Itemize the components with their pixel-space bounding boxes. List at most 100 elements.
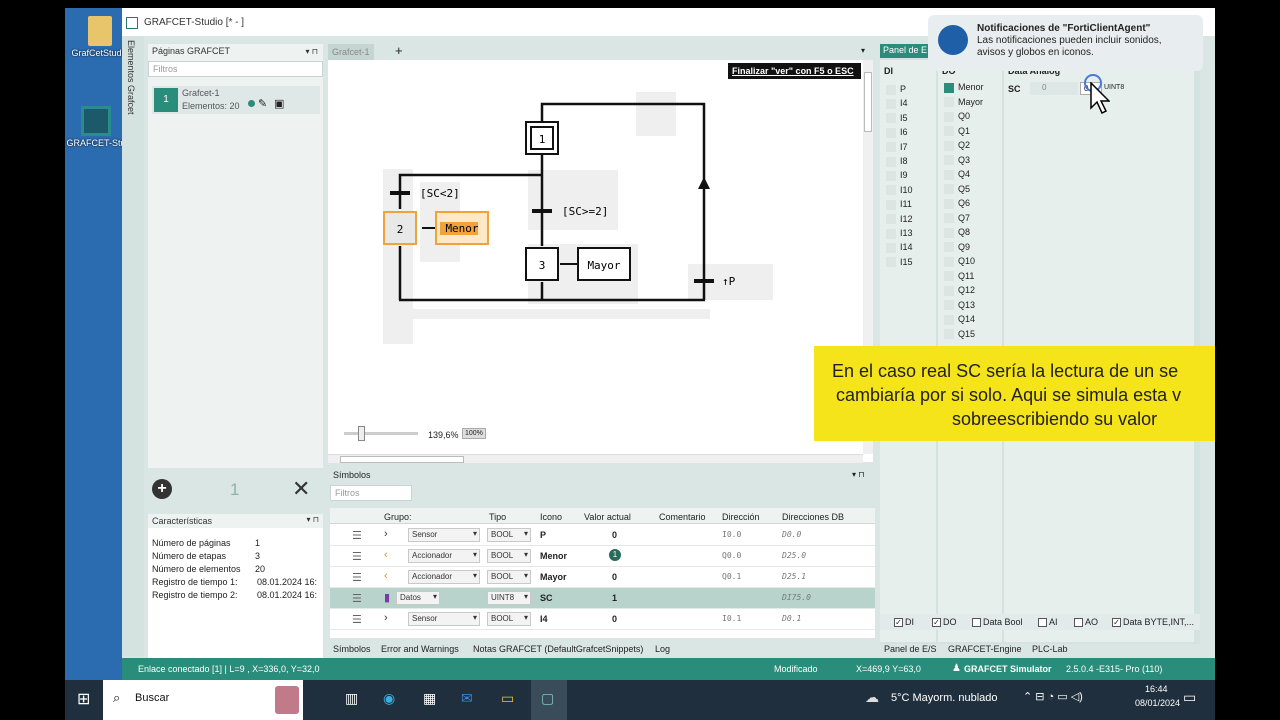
tipo-dropdown[interactable]: BOOL bbox=[487, 549, 531, 563]
add-page-icon[interactable]: + bbox=[152, 479, 172, 499]
app-window: GRAFCET-Studio [* - ] Elementos Grafcet … bbox=[122, 8, 1215, 680]
caption-overlay: En el caso real SC sería la lectura de u… bbox=[814, 346, 1215, 441]
edge-icon[interactable]: ◉ bbox=[383, 690, 395, 707]
tab-log[interactable]: Log bbox=[655, 644, 670, 654]
taskbar-grafcet-active[interactable]: ▢ bbox=[531, 680, 567, 720]
drag-handle-icon[interactable]: ☰ bbox=[352, 550, 362, 563]
di-item[interactable]: I6 bbox=[886, 127, 908, 138]
check-data-bool[interactable]: Data Bool bbox=[972, 617, 1023, 628]
vtab-elementos-grafcet[interactable]: Elementos Grafcet bbox=[126, 40, 136, 115]
grupo-dropdown[interactable]: Accionador bbox=[408, 549, 480, 563]
grupo-dropdown[interactable]: Datos bbox=[396, 591, 440, 605]
status-link: Enlace conectado [1] | L=9 , X=336,0, Y=… bbox=[138, 664, 320, 674]
drag-handle-icon[interactable]: ☰ bbox=[352, 613, 362, 626]
check-di[interactable]: ✓ DI bbox=[894, 617, 914, 628]
tipo-dropdown[interactable]: UINT8 bbox=[487, 591, 531, 605]
mail-icon[interactable]: ✉ bbox=[461, 690, 473, 707]
chevron-left-icon[interactable]: ‹ bbox=[384, 570, 388, 582]
di-item[interactable]: I7 bbox=[886, 142, 908, 153]
table-row[interactable]: ☰ ▮ Datos UINT8 SC 1 DI75.0 bbox=[330, 588, 875, 609]
col-tipo[interactable]: Tipo bbox=[489, 512, 506, 522]
di-item[interactable]: I10 bbox=[886, 185, 913, 196]
pages-filter-input[interactable]: Filtros bbox=[148, 61, 323, 77]
check-data-byte[interactable]: ✓ Data BYTE,INT,... bbox=[1112, 617, 1194, 628]
grupo-dropdown[interactable]: Sensor bbox=[408, 612, 480, 626]
di-item[interactable]: P bbox=[886, 84, 906, 95]
col-db[interactable]: Direcciones DB bbox=[782, 512, 844, 522]
zoom-slider-thumb[interactable] bbox=[358, 426, 365, 441]
clock-time[interactable]: 16:44 bbox=[1145, 684, 1168, 694]
grupo-dropdown[interactable]: Accionador bbox=[408, 570, 480, 584]
notifications-icon[interactable]: ▭ bbox=[1183, 689, 1196, 706]
valor-cell[interactable]: 1 bbox=[612, 593, 617, 603]
tab-panel-es[interactable]: Panel de E/S bbox=[884, 644, 937, 654]
check-ai[interactable]: AI bbox=[1038, 617, 1058, 628]
di-item[interactable]: I4 bbox=[886, 98, 908, 110]
tipo-dropdown[interactable]: BOOL bbox=[487, 570, 531, 584]
col-grupo[interactable]: Grupo: bbox=[384, 512, 412, 522]
check-do[interactable]: ✓ DO bbox=[932, 617, 957, 628]
scroll-thumb[interactable] bbox=[864, 72, 872, 132]
col-comentario[interactable]: Comentario bbox=[659, 512, 706, 522]
valor-cell[interactable]: 0 bbox=[612, 530, 617, 540]
tab-simbolos[interactable]: Símbolos bbox=[333, 644, 371, 654]
valor-cell[interactable]: 0 bbox=[612, 572, 617, 582]
weather-label[interactable]: 5°C Mayorm. nublado bbox=[891, 692, 998, 704]
pin-icon[interactable]: ▾ ⊓ bbox=[306, 47, 318, 56]
di-item[interactable]: I13 bbox=[886, 228, 913, 239]
edit-pencil-icon[interactable]: ✎ bbox=[258, 97, 267, 110]
table-row[interactable]: ☰ ‹ Accionador BOOL Menor 1 Q0.0 D25.0 bbox=[330, 546, 875, 567]
di-item[interactable]: I15 bbox=[886, 257, 913, 268]
system-tray-icons[interactable]: ⌃ ⊟ ◔ ▭ ◁) bbox=[1023, 690, 1083, 703]
page-item[interactable]: 1 Grafcet-1 Elementos: 20 ✎ ▣ bbox=[152, 86, 320, 114]
calendar-icon[interactable]: ▣ bbox=[274, 97, 284, 110]
tipo-dropdown[interactable]: BOOL bbox=[487, 528, 531, 542]
clock-date[interactable]: 08/01/2024 bbox=[1135, 698, 1180, 708]
scroll-thumb[interactable] bbox=[340, 456, 464, 463]
valor-cell[interactable]: 1 bbox=[609, 549, 621, 561]
grafcet-diagram[interactable]: 1 2 Menor 3 Mayor [SC<2] [SC>=2] ↑P bbox=[328, 44, 873, 462]
editor-hscrollbar[interactable] bbox=[328, 454, 863, 463]
drag-handle-icon[interactable]: ☰ bbox=[352, 592, 362, 605]
symbols-filter-input[interactable]: Filtros bbox=[330, 485, 412, 501]
data-icon[interactable]: ▮ bbox=[384, 591, 390, 604]
di-item[interactable]: I12 bbox=[886, 214, 913, 225]
task-view-icon[interactable]: ▥ bbox=[345, 690, 358, 707]
store-icon[interactable]: ▦ bbox=[423, 690, 436, 707]
table-row[interactable]: ☰ ‹ Accionador BOOL Mayor 0 Q0.1 D25.1 bbox=[330, 567, 875, 588]
desktop-icon-grafcet-shortcut[interactable]: GRAFCET-Stu bbox=[65, 106, 127, 148]
table-row[interactable]: ☰ › Sensor BOOL I4 0 I0.1 D0.1 bbox=[330, 609, 875, 630]
zoom-slider[interactable] bbox=[344, 426, 418, 441]
drag-handle-icon[interactable]: ☰ bbox=[352, 529, 362, 542]
check-ao[interactable]: AO bbox=[1074, 617, 1098, 628]
drag-handle-icon[interactable]: ☰ bbox=[352, 571, 362, 584]
di-item[interactable]: I5 bbox=[886, 113, 908, 124]
di-item[interactable]: I8 bbox=[886, 156, 908, 167]
tab-grafcet-engine[interactable]: GRAFCET-Engine bbox=[948, 644, 1022, 654]
io-panel-title[interactable]: Panel de E bbox=[880, 44, 934, 58]
chevron-left-icon[interactable]: ‹ bbox=[384, 549, 388, 561]
pin-icon[interactable]: ▾ ⊓ bbox=[307, 515, 319, 524]
notification[interactable]: Notificaciones de "FortiClientAgent" Las… bbox=[928, 15, 1203, 71]
di-item[interactable]: I9 bbox=[886, 170, 908, 182]
valor-cell[interactable]: 0 bbox=[612, 614, 617, 624]
chevron-right-icon[interactable]: › bbox=[384, 528, 388, 540]
col-valor[interactable]: Valor actual bbox=[584, 512, 631, 522]
tab-notas[interactable]: Notas GRAFCET (DefaultGrafcetSnippets) bbox=[473, 644, 643, 654]
zoom-reset-button[interactable]: 100% bbox=[462, 428, 486, 439]
tab-errors[interactable]: Error and Warnings bbox=[381, 644, 459, 654]
grupo-dropdown[interactable]: Sensor bbox=[408, 528, 480, 542]
windows-start-icon[interactable]: ⊞ bbox=[77, 689, 90, 709]
chevron-right-icon[interactable]: › bbox=[384, 612, 388, 624]
col-icono[interactable]: Icono bbox=[540, 512, 562, 522]
taskbar-search[interactable]: ⌕ Buscar bbox=[103, 680, 303, 720]
di-item[interactable]: I14 bbox=[886, 242, 913, 254]
di-item[interactable]: I11 bbox=[886, 199, 912, 210]
tipo-dropdown[interactable]: BOOL bbox=[487, 612, 531, 626]
delete-page-icon[interactable]: ✕ bbox=[292, 476, 310, 502]
pin-icon[interactable]: ▾ ⊓ bbox=[852, 470, 864, 479]
tab-plc-lab[interactable]: PLC-Lab bbox=[1032, 644, 1068, 654]
col-direccion[interactable]: Dirección bbox=[722, 512, 760, 522]
file-explorer-icon[interactable]: ▭ bbox=[501, 690, 514, 707]
table-row[interactable]: ☰ › Sensor BOOL P 0 I0.0 D0.0 bbox=[330, 525, 875, 546]
